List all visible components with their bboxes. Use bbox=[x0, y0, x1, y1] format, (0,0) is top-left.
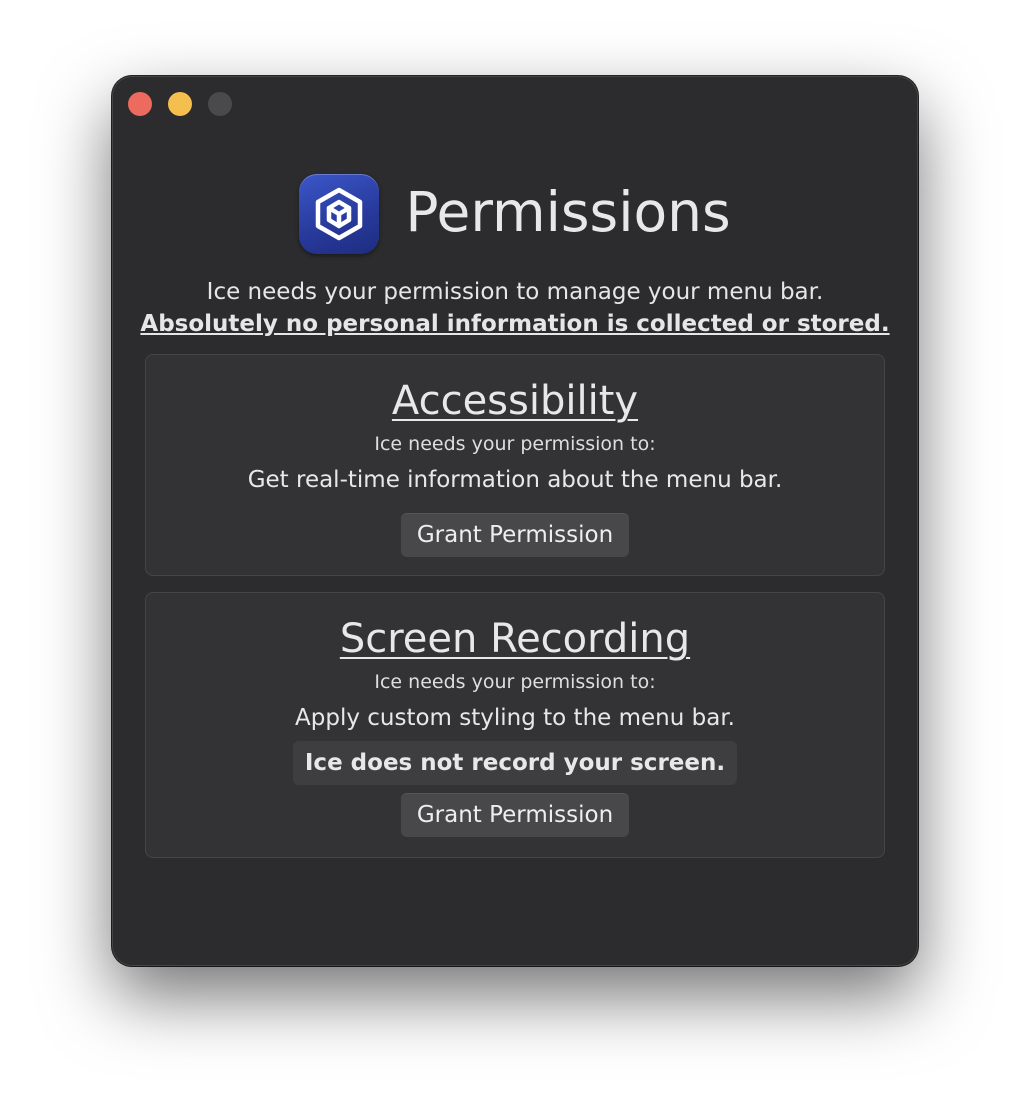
grant-screen-recording-button[interactable]: Grant Permission bbox=[400, 793, 630, 837]
accessibility-description: Get real-time information about the menu… bbox=[247, 467, 783, 493]
page-title: Permissions bbox=[405, 180, 731, 244]
privacy-notice: Absolutely no personal information is co… bbox=[140, 311, 890, 337]
window-controls bbox=[128, 92, 232, 116]
accessibility-permission-card: Accessibility Ice needs your permission … bbox=[145, 354, 885, 576]
intro-text: Ice needs your permission to manage your… bbox=[206, 279, 824, 305]
accessibility-title: Accessibility bbox=[391, 378, 639, 424]
screen-recording-note: Ice does not record your screen. bbox=[292, 741, 738, 785]
intro: Ice needs your permission to manage your… bbox=[112, 276, 918, 340]
screen-recording-title: Screen Recording bbox=[339, 616, 691, 662]
header: Permissions bbox=[112, 174, 918, 254]
permissions-window: Permissions Ice needs your permission to… bbox=[112, 76, 918, 966]
zoom-button bbox=[208, 92, 232, 116]
screen-recording-permission-card: Screen Recording Ice needs your permissi… bbox=[145, 592, 885, 858]
ice-cube-icon bbox=[299, 174, 380, 254]
screen-recording-subtitle: Ice needs your permission to: bbox=[374, 671, 656, 693]
screen-recording-description: Apply custom styling to the menu bar. bbox=[295, 705, 735, 731]
grant-accessibility-button[interactable]: Grant Permission bbox=[400, 513, 630, 557]
close-button[interactable] bbox=[128, 92, 152, 116]
accessibility-subtitle: Ice needs your permission to: bbox=[374, 433, 656, 455]
minimize-button[interactable] bbox=[168, 92, 192, 116]
